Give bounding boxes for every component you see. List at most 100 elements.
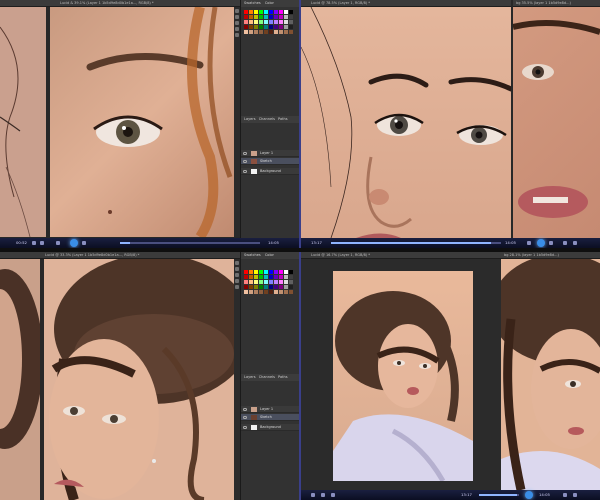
color-swatch[interactable] <box>259 285 263 289</box>
color-swatch[interactable] <box>249 275 253 279</box>
layer-row[interactable]: Background <box>241 424 299 431</box>
color-swatch[interactable] <box>249 30 253 34</box>
color-swatch[interactable] <box>279 285 283 289</box>
tab-layers[interactable]: Layers <box>244 375 256 379</box>
color-swatch[interactable] <box>249 270 253 274</box>
document-tab-title[interactable]: Lucid @ 78.5% (Layer 1, RGB/8) * <box>311 1 370 5</box>
color-swatch[interactable] <box>259 30 263 34</box>
color-swatch[interactable] <box>249 290 253 294</box>
color-swatch[interactable] <box>259 25 263 29</box>
forward-icon[interactable] <box>82 241 86 245</box>
color-swatch[interactable] <box>279 25 283 29</box>
tool-icon[interactable] <box>235 279 239 283</box>
fullscreen-icon[interactable] <box>573 241 577 245</box>
color-swatch[interactable] <box>249 10 253 14</box>
tab-swatches[interactable]: Swatches <box>244 1 261 5</box>
color-swatch[interactable] <box>264 30 268 34</box>
color-swatch[interactable] <box>289 20 293 24</box>
color-swatch[interactable] <box>284 290 288 294</box>
color-swatch[interactable] <box>289 280 293 284</box>
tab-swatches[interactable]: Swatches <box>244 253 261 257</box>
color-swatch[interactable] <box>284 10 288 14</box>
color-swatch[interactable] <box>254 20 258 24</box>
app-icon[interactable] <box>321 493 325 497</box>
eye-icon[interactable] <box>243 152 247 155</box>
color-swatch[interactable] <box>284 20 288 24</box>
volume-icon[interactable] <box>563 241 567 245</box>
eye-icon[interactable] <box>243 416 247 419</box>
color-swatch[interactable] <box>284 280 288 284</box>
color-swatch[interactable] <box>289 30 293 34</box>
painting-canvas[interactable] <box>333 271 473 481</box>
color-swatch[interactable] <box>269 30 273 34</box>
rewind-icon[interactable] <box>527 241 531 245</box>
swatch-grid[interactable] <box>244 10 293 34</box>
color-swatch[interactable] <box>269 10 273 14</box>
color-swatch[interactable] <box>244 285 248 289</box>
color-swatch[interactable] <box>254 285 258 289</box>
color-swatch[interactable] <box>264 25 268 29</box>
color-swatch[interactable] <box>269 290 273 294</box>
color-swatch[interactable] <box>269 20 273 24</box>
color-swatch[interactable] <box>254 15 258 19</box>
color-swatch[interactable] <box>279 15 283 19</box>
color-swatch[interactable] <box>279 30 283 34</box>
color-swatch[interactable] <box>289 290 293 294</box>
color-swatch[interactable] <box>279 290 283 294</box>
color-swatch[interactable] <box>269 25 273 29</box>
color-swatch[interactable] <box>269 285 273 289</box>
color-swatch[interactable] <box>284 270 288 274</box>
play-pause-icon[interactable] <box>525 491 533 499</box>
volume-icon[interactable] <box>563 493 567 497</box>
color-swatch[interactable] <box>254 290 258 294</box>
color-swatch[interactable] <box>264 275 268 279</box>
eye-icon[interactable] <box>243 170 247 173</box>
tab-paths[interactable]: Paths <box>278 375 288 379</box>
color-swatch[interactable] <box>274 280 278 284</box>
tool-icon[interactable] <box>235 33 239 37</box>
photo-canvas[interactable] <box>44 259 234 500</box>
eye-icon[interactable] <box>243 426 247 429</box>
color-swatch[interactable] <box>274 15 278 19</box>
sketch-canvas[interactable] <box>0 259 40 500</box>
color-swatch[interactable] <box>289 25 293 29</box>
eye-icon[interactable] <box>243 408 247 411</box>
tool-icon[interactable] <box>235 9 239 13</box>
color-swatch[interactable] <box>274 270 278 274</box>
layer-row[interactable]: Layer 1 <box>241 150 299 157</box>
tool-icon[interactable] <box>235 267 239 271</box>
document-tab-title-2[interactable]: bg 35.5% (layer 1 1b5d9e8d...) <box>516 1 571 5</box>
color-swatch[interactable] <box>254 280 258 284</box>
color-swatch[interactable] <box>244 30 248 34</box>
layer-row[interactable]: Background <box>241 168 299 175</box>
color-swatch[interactable] <box>269 275 273 279</box>
color-swatch[interactable] <box>274 285 278 289</box>
layer-row[interactable]: Sketch <box>241 158 299 165</box>
reference-canvas[interactable] <box>501 259 600 490</box>
color-swatch[interactable] <box>254 25 258 29</box>
color-swatch[interactable] <box>279 280 283 284</box>
color-swatch[interactable] <box>264 10 268 14</box>
color-swatch[interactable] <box>259 20 263 24</box>
layer-row[interactable]: Sketch <box>241 414 299 421</box>
document-tab-title[interactable]: Lucid & 39.1% (Layer 1 1b5d9e8d0b1e1a...… <box>60 1 154 5</box>
color-swatch[interactable] <box>279 275 283 279</box>
color-swatch[interactable] <box>289 275 293 279</box>
tab-channels[interactable]: Channels <box>259 117 275 121</box>
color-swatch[interactable] <box>249 25 253 29</box>
color-swatch[interactable] <box>259 270 263 274</box>
color-swatch[interactable] <box>279 270 283 274</box>
app-icon[interactable] <box>331 493 335 497</box>
color-swatch[interactable] <box>284 275 288 279</box>
seek-bar[interactable] <box>120 242 260 244</box>
color-swatch[interactable] <box>244 270 248 274</box>
color-swatch[interactable] <box>254 270 258 274</box>
color-swatch[interactable] <box>274 20 278 24</box>
color-swatch[interactable] <box>249 15 253 19</box>
color-swatch[interactable] <box>259 290 263 294</box>
tool-icon[interactable] <box>235 15 239 19</box>
color-swatch[interactable] <box>284 15 288 19</box>
tool-icon[interactable] <box>235 285 239 289</box>
fullscreen-icon[interactable] <box>573 493 577 497</box>
play-pause-icon[interactable] <box>70 239 78 247</box>
